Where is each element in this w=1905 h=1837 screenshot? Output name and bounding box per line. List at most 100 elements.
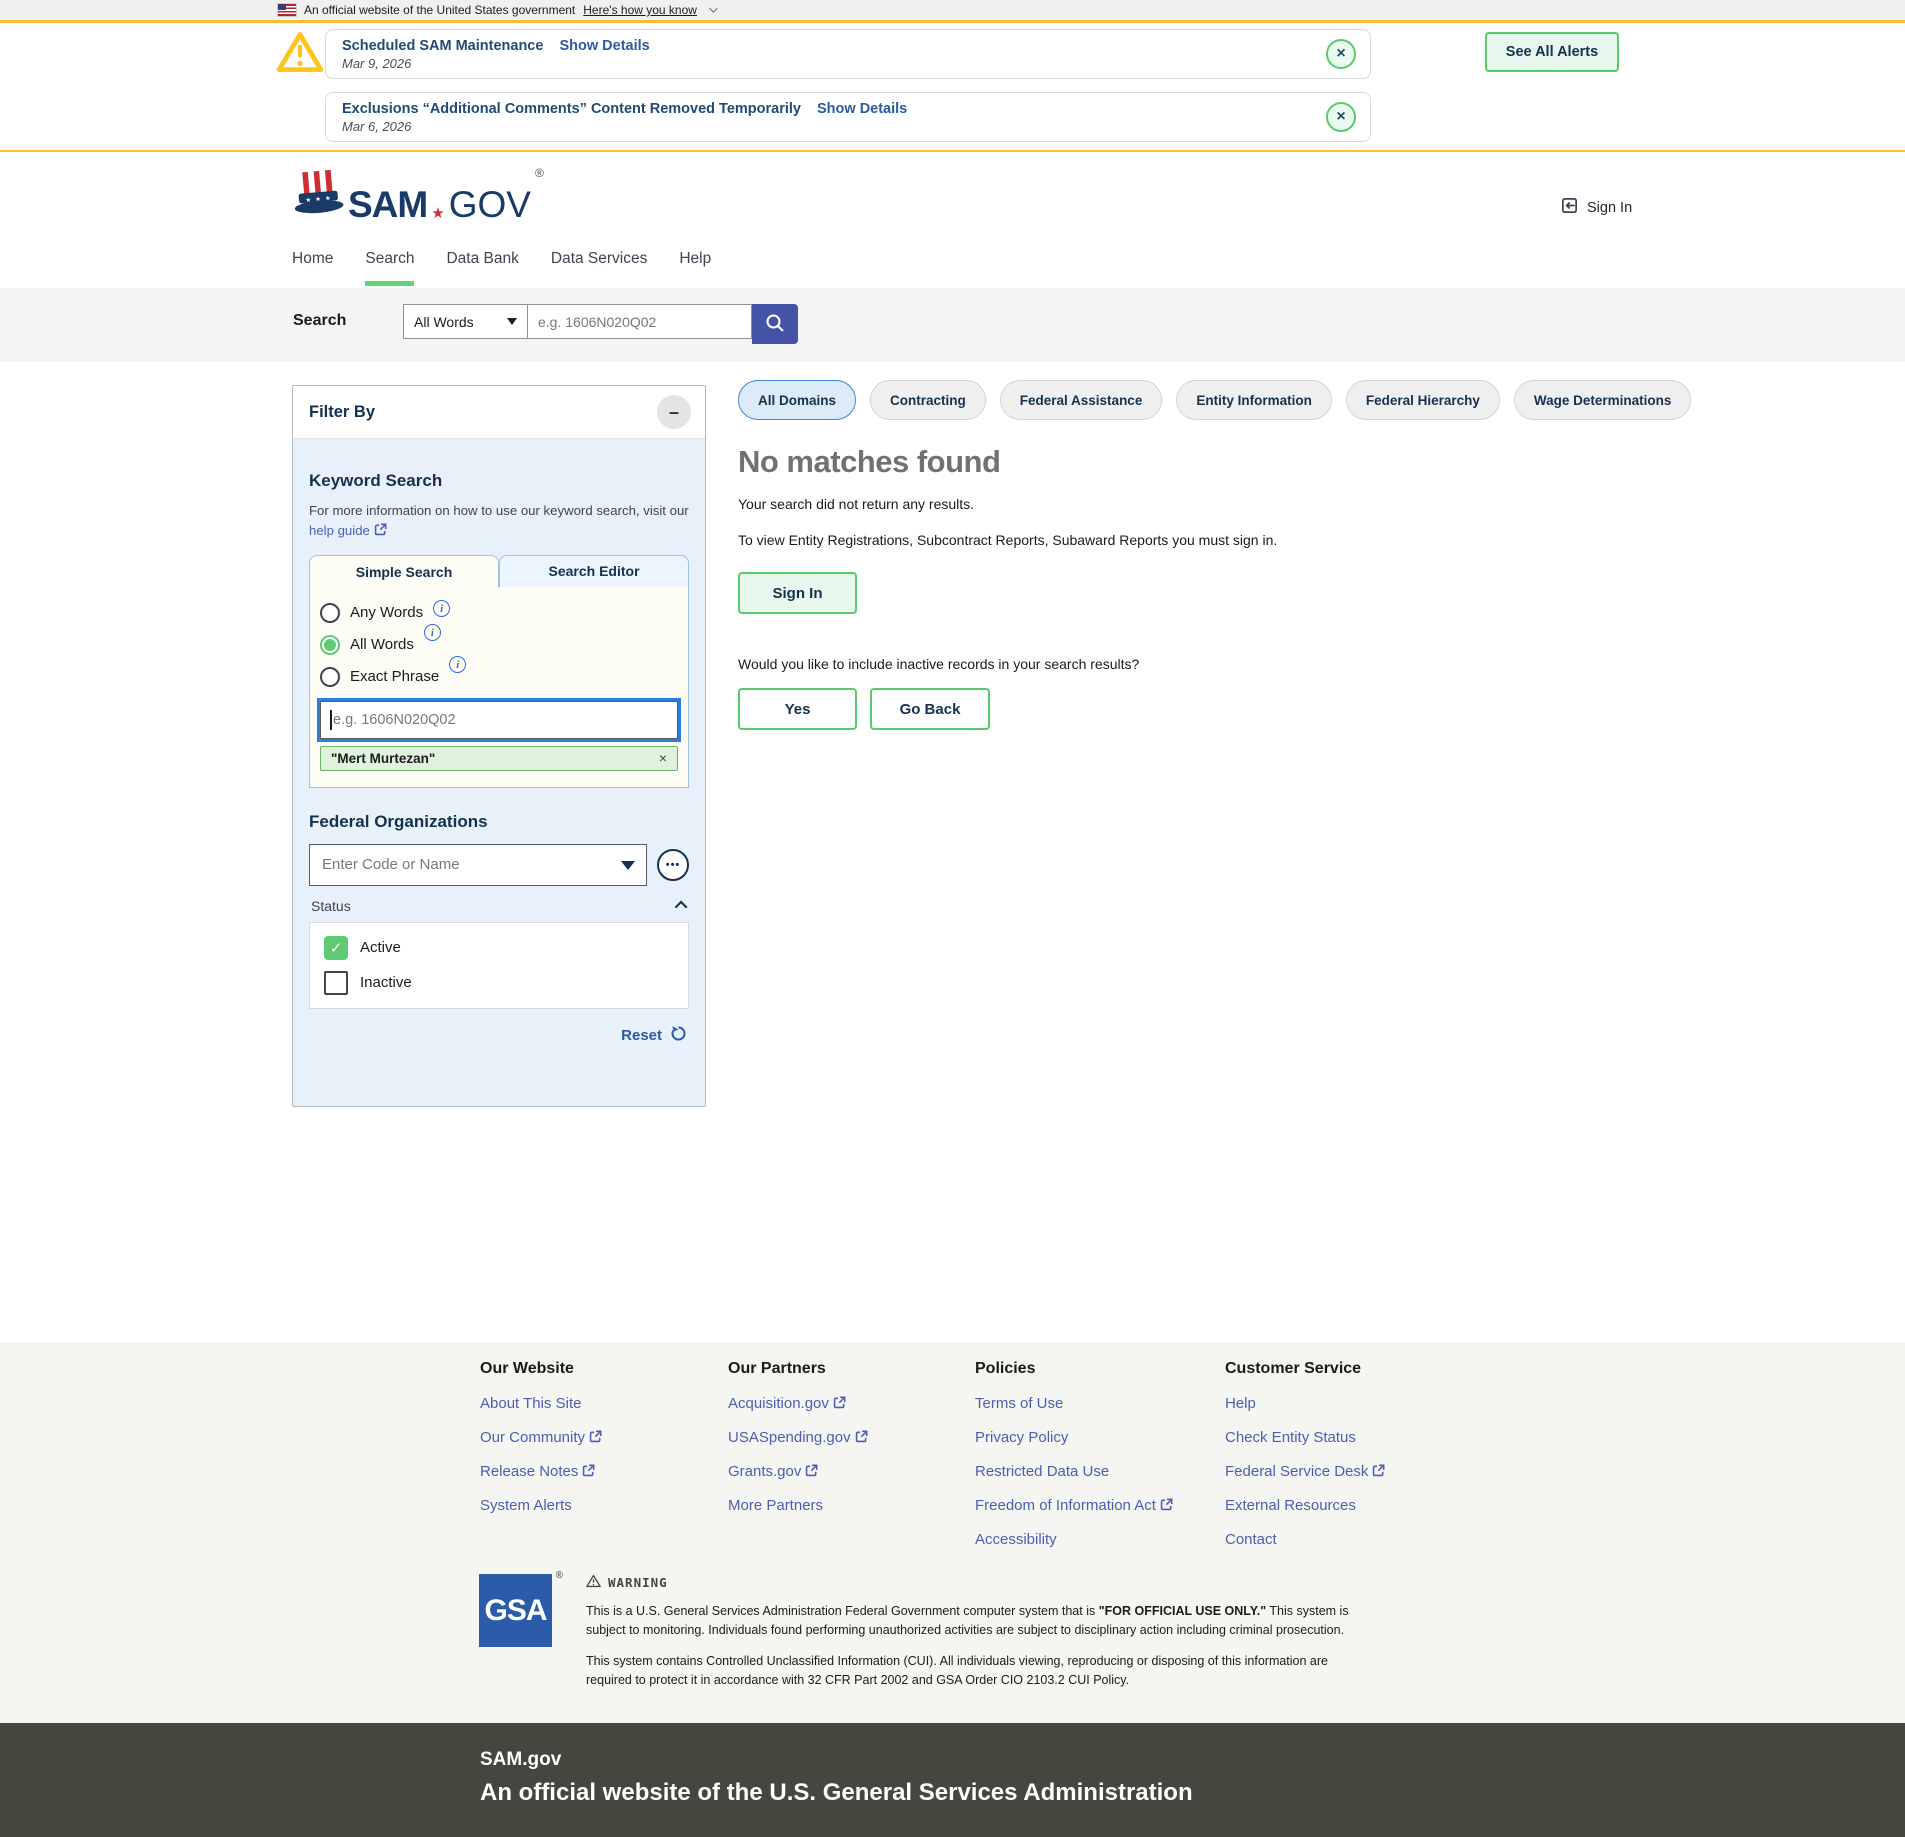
all-words-radio[interactable]	[320, 635, 340, 655]
domain-tab-wage-determinations[interactable]: Wage Determinations	[1514, 380, 1692, 420]
external-link-icon	[1160, 1498, 1173, 1511]
domain-tab-entity-information[interactable]: Entity Information	[1176, 380, 1332, 420]
footer-link[interactable]: Our Community	[480, 1429, 602, 1446]
keyword-input-wrap	[320, 701, 678, 739]
reset-icon[interactable]	[670, 1025, 687, 1047]
warning-triangle-icon	[276, 30, 324, 79]
active-checkbox[interactable]: ✓	[324, 936, 348, 960]
domain-tabs: All Domains Contracting Federal Assistan…	[738, 380, 1691, 420]
footer-link[interactable]: More Partners	[728, 1497, 868, 1514]
search-input[interactable]	[528, 304, 752, 339]
info-icon[interactable]: i	[433, 600, 450, 617]
see-all-alerts-button[interactable]: See All Alerts	[1485, 32, 1619, 72]
nav-item-data-bank[interactable]: Data Bank	[446, 250, 518, 286]
domain-tab-contracting[interactable]: Contracting	[870, 380, 986, 420]
chip-remove-icon[interactable]: ×	[659, 750, 667, 766]
nav-item-help[interactable]: Help	[679, 250, 711, 286]
footer-heading: Policies	[975, 1360, 1173, 1378]
close-icon[interactable]: ×	[1326, 39, 1356, 69]
footer-site-name: SAM.gov	[480, 1749, 1905, 1771]
footer-identifier: SAM.gov An official website of the U.S. …	[0, 1723, 1905, 1837]
info-icon[interactable]: i	[424, 624, 441, 641]
sign-in-button[interactable]: Sign In	[738, 572, 857, 614]
text-cursor	[330, 710, 332, 730]
footer-link[interactable]: Privacy Policy	[975, 1429, 1173, 1446]
question-buttons-row: Yes Go Back	[738, 688, 1358, 730]
footer-link[interactable]: Contact	[1225, 1531, 1385, 1548]
warning-paragraph-2: This system contains Controlled Unclassi…	[586, 1652, 1371, 1691]
any-words-radio[interactable]	[320, 603, 340, 623]
footer-link[interactable]: Accessibility	[975, 1531, 1173, 1548]
search-scope-select[interactable]: All Words	[403, 304, 528, 339]
warning-small-icon	[586, 1574, 601, 1591]
simple-search-tab-content: Any Words i All Words i Exact Phrase i	[309, 587, 689, 788]
alert-maintenance: Scheduled SAM Maintenance Show Details M…	[325, 29, 1371, 79]
dropdown-caret-icon	[507, 318, 517, 325]
filter-panel-body: Keyword Search For more information on h…	[293, 439, 705, 1047]
logo-star-icon: ★	[431, 206, 444, 223]
include-inactive-question: Would you like to include inactive recor…	[738, 656, 1358, 672]
warning-block: WARNING This is a U.S. General Services …	[586, 1574, 1371, 1691]
no-results-text: Your search did not return any results.	[738, 496, 1358, 512]
org-input-wrap	[309, 844, 647, 886]
us-flag-icon	[278, 4, 296, 16]
footer-link[interactable]: Check Entity Status	[1225, 1429, 1385, 1446]
yes-button[interactable]: Yes	[738, 688, 857, 730]
close-icon[interactable]: ×	[1326, 102, 1356, 132]
collapse-filters-icon[interactable]: –	[657, 395, 691, 429]
domain-tab-all-domains[interactable]: All Domains	[738, 380, 856, 420]
external-link-icon	[833, 1396, 846, 1409]
search-submit-button[interactable]	[752, 304, 798, 344]
chevron-down-icon[interactable]	[709, 4, 717, 12]
info-icon[interactable]: i	[449, 656, 466, 673]
footer-link[interactable]: USASpending.gov	[728, 1429, 868, 1446]
footer-link[interactable]: External Resources	[1225, 1497, 1385, 1514]
external-link-icon	[589, 1430, 602, 1443]
active-label: Active	[360, 939, 401, 956]
gsa-warning-row: GSA ® WARNING This is a U.S. General Ser…	[479, 1574, 1371, 1691]
domain-tab-federal-assistance[interactable]: Federal Assistance	[1000, 380, 1163, 420]
keyword-search-tabs: Simple Search Search Editor	[309, 555, 689, 588]
search-icon	[764, 312, 786, 337]
show-details-link[interactable]: Show Details	[559, 38, 649, 54]
reset-filters-link[interactable]: Reset	[621, 1027, 662, 1044]
tab-simple-search[interactable]: Simple Search	[309, 555, 499, 588]
exact-phrase-radio[interactable]	[320, 667, 340, 687]
footer-link[interactable]: Freedom of Information Act	[975, 1497, 1173, 1514]
ellipsis-icon[interactable]: •••	[657, 849, 689, 881]
external-link-icon	[855, 1430, 868, 1443]
go-back-button[interactable]: Go Back	[870, 688, 990, 730]
keyword-chip-label: "Mert Murtezan"	[331, 751, 435, 766]
gov-banner-link[interactable]: Here's how you know	[583, 3, 697, 17]
sam-gov-logo[interactable]: ★ ★ ★ SAM ★ GOV ®	[292, 168, 544, 223]
alerts-section: Scheduled SAM Maintenance Show Details M…	[0, 23, 1905, 152]
footer-link[interactable]: About This Site	[480, 1395, 602, 1412]
footer-link[interactable]: Release Notes	[480, 1463, 602, 1480]
status-header-row[interactable]: Status	[309, 898, 689, 914]
inactive-checkbox[interactable]	[324, 971, 348, 995]
help-guide-link[interactable]: help guide	[309, 523, 387, 538]
show-details-link[interactable]: Show Details	[817, 101, 907, 117]
keyword-search-input[interactable]	[320, 701, 678, 739]
radio-row-all-words: All Words i	[320, 635, 678, 655]
nav-item-home[interactable]: Home	[292, 250, 333, 286]
footer-link[interactable]: Federal Service Desk	[1225, 1463, 1385, 1480]
footer-agency-line: An official website of the U.S. General …	[480, 1779, 1905, 1807]
chevron-up-icon[interactable]	[675, 901, 688, 914]
keyword-info-text: For more information on how to use our k…	[309, 503, 689, 518]
sign-in-header-button[interactable]: Sign In	[1560, 196, 1632, 219]
warning-paragraph-1: This is a U.S. General Services Administ…	[586, 1602, 1371, 1641]
gov-banner: An official website of the United States…	[0, 0, 1905, 23]
footer-link[interactable]: Help	[1225, 1395, 1385, 1412]
nav-item-data-services[interactable]: Data Services	[551, 250, 647, 286]
tab-search-editor[interactable]: Search Editor	[499, 555, 689, 588]
footer-link[interactable]: Terms of Use	[975, 1395, 1173, 1412]
no-matches-heading: No matches found	[738, 444, 1358, 480]
footer-link[interactable]: Restricted Data Use	[975, 1463, 1173, 1480]
org-code-or-name-input[interactable]	[309, 844, 647, 886]
footer-link[interactable]: Grants.gov	[728, 1463, 868, 1480]
nav-item-search[interactable]: Search	[365, 250, 414, 286]
footer-link[interactable]: Acquisition.gov	[728, 1395, 868, 1412]
footer-link[interactable]: System Alerts	[480, 1497, 602, 1514]
domain-tab-federal-hierarchy[interactable]: Federal Hierarchy	[1346, 380, 1500, 420]
